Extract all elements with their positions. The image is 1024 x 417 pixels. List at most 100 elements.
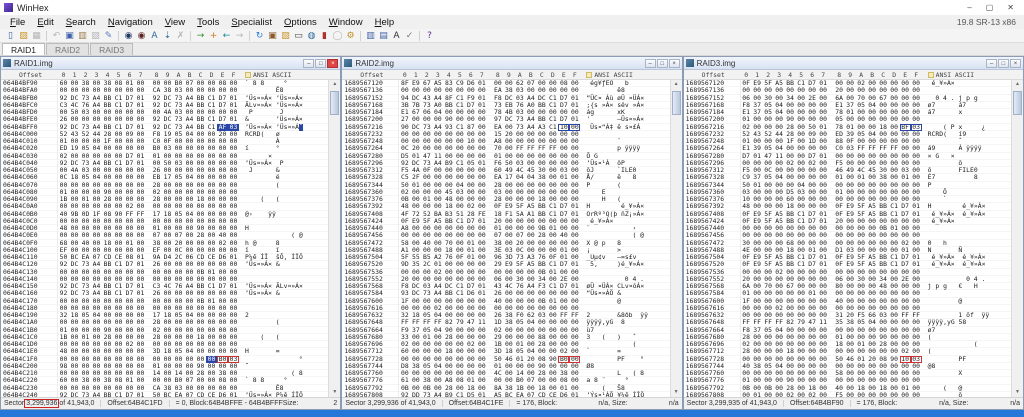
hex-byte[interactable]: 01 [752,391,763,397]
hex-byte[interactable]: A5 [492,391,503,397]
ascii-cell[interactable]: ( [245,181,307,189]
ascii-cell[interactable] [245,218,307,225]
hex-byte[interactable]: EA [173,391,184,397]
hex-byte[interactable]: 00 [763,391,774,397]
ascii-cell[interactable]: é_¥»Á× é_¥»Á× [928,260,990,268]
vertical-scrollbar[interactable]: ▲ ▼ [1010,80,1023,397]
ascii-cell[interactable]: ( [928,333,990,341]
hex-byte[interactable]: 07 [184,391,195,397]
hex-byte[interactable]: 01 [228,391,239,397]
hex-byte[interactable]: CD [195,391,206,397]
hex-byte[interactable]: D7 [124,391,135,397]
hex-byte[interactable]: C1 [113,391,124,397]
ascii-cell[interactable]: é_¥»Á× [928,217,990,225]
ascii-cell[interactable]: H = [245,347,307,355]
offset-column-header[interactable]: Offset [3,71,58,79]
go-next-icon[interactable]: → [233,30,246,42]
ascii-cell[interactable]: ÿÿÿÿ‚yG 8 [586,318,648,326]
close-icon[interactable]: ✕ [1007,3,1014,12]
go-back-icon[interactable]: ← [220,30,233,42]
ascii-cell[interactable]: @› ÿÿ [245,210,307,218]
ascii-cell[interactable] [928,232,990,239]
edit-mode-icon[interactable]: ✎ [102,30,115,42]
ascii-cell[interactable]: ( [245,318,307,326]
menu-item-help[interactable]: Help [369,17,401,28]
open-file-icon[interactable]: ▨ [17,30,30,42]
ascii-cell[interactable]: ° [245,355,307,363]
ascii-cell[interactable]: ( ( [245,333,307,341]
offset-column-header[interactable]: Offset [686,71,741,79]
scrollbar-thumb[interactable] [330,91,340,115]
hex-byte[interactable]: 00 [900,391,911,397]
vertical-scrollbar[interactable]: ▲ ▼ [328,80,341,397]
ascii-cell[interactable] [245,298,307,305]
font-icon[interactable]: A [390,30,403,42]
child-restore-icon[interactable]: □ [656,58,668,68]
menu-item-specialist[interactable]: Specialist [225,17,278,28]
find-hex-icon[interactable]: A [148,30,161,42]
hex-byte[interactable]: 92 [399,391,410,397]
ascii-cell[interactable]: @ [586,297,648,305]
hex-byte[interactable]: 01 [569,391,580,397]
maximize-icon[interactable]: ▢ [986,3,994,12]
ascii-cell[interactable]: É7 8 [928,173,990,181]
hex-byte[interactable]: D6 [558,391,569,397]
computer-icon[interactable]: ▭ [292,30,305,42]
scroll-up-icon[interactable]: ▲ [1011,80,1023,89]
menu-item-search[interactable]: Search [60,17,102,28]
check-icon[interactable]: ✓ [403,30,416,42]
ascii-cell[interactable] [586,269,648,276]
child-minimize-icon[interactable]: – [644,58,656,68]
child-minimize-icon[interactable]: – [985,58,997,68]
new-file-icon[interactable]: ▯ [4,30,17,42]
hex-byte[interactable]: 00 [796,391,807,397]
ascii-cell[interactable]: é_¥»Á× [928,80,990,87]
ascii-cell[interactable]: j p g € H [928,282,990,290]
ascii-cell[interactable]: ÿÿÿÿ‚yG 58 [928,318,990,326]
find-replace-icon[interactable]: ◉ [135,30,148,42]
hex-byte[interactable]: 00 [856,391,867,397]
hex-byte[interactable]: A4 [432,391,443,397]
cancel-search-icon[interactable]: ✗ [174,30,187,42]
hex-byte[interactable]: A4 [91,391,102,397]
tab-raid1[interactable]: RAID1 [2,43,46,55]
ascii-cell[interactable]: ’Üs¤»Á× & [245,289,307,297]
ascii-cell[interactable] [245,269,307,276]
folder-tools-icon[interactable]: ▨ [279,30,292,42]
menu-item-window[interactable]: Window [323,17,369,28]
disk-tools-icon[interactable]: ▣ [266,30,279,42]
offset-column-header[interactable]: Offset [344,71,399,79]
ascii-cell[interactable]: ’Ýs¤¹ÁÕ ¥¼ê ÍÎÖ [586,391,648,397]
gear-icon[interactable]: ⚙ [344,30,357,42]
ascii-cell[interactable]: õ FILE0 [928,166,990,174]
menu-item-edit[interactable]: Edit [31,17,59,28]
save-icon[interactable]: ▦ [30,30,43,42]
hex-byte[interactable]: BC [162,391,173,397]
hex-byte[interactable]: 00 [878,391,889,397]
ascii-cell[interactable]: P ( [586,181,648,189]
hex-row[interactable]: 1689567808 92 DD 73 A4 B9 C1 D5 01 A5 BC EA 07 CD CE D6… [344,391,669,397]
hex-byte[interactable]: 00 [818,391,829,397]
child-title-bar[interactable]: RAID1.img – □ × [1,57,341,70]
ascii-cell[interactable]: Õ [928,188,990,196]
ascii-cell[interactable]: í ° [245,144,307,152]
hex-byte[interactable]: BB [102,391,113,397]
hex-byte[interactable]: 92 [58,391,69,397]
find-text-icon[interactable]: ◉ [122,30,135,42]
hex-byte[interactable]: 50 [151,391,162,397]
tab-raid2[interactable]: RAID2 [46,43,90,55]
hex-byte[interactable]: 00 [774,391,785,397]
search-disk-icon[interactable]: ◍ [305,30,318,42]
ascii-cell[interactable] [245,305,307,312]
hex-byte[interactable]: CE [206,391,217,397]
hex-byte[interactable]: 00 [845,391,856,397]
hex-row[interactable]: 1689567808 00 01 00 00 02 00 02 00 F5 00 00 00 00 00 00… [686,391,1011,397]
hex-byte[interactable]: B9 [443,391,454,397]
hex-byte[interactable]: 00 [911,391,922,397]
paste-icon[interactable]: ▥ [76,30,89,42]
menu-item-file[interactable]: File [4,17,31,28]
hex-byte[interactable]: C1 [454,391,465,397]
ascii-cell[interactable] [928,269,990,276]
undo-icon[interactable]: ↶ [50,30,63,42]
interpreter-icon[interactable]: ▮ [318,30,331,42]
